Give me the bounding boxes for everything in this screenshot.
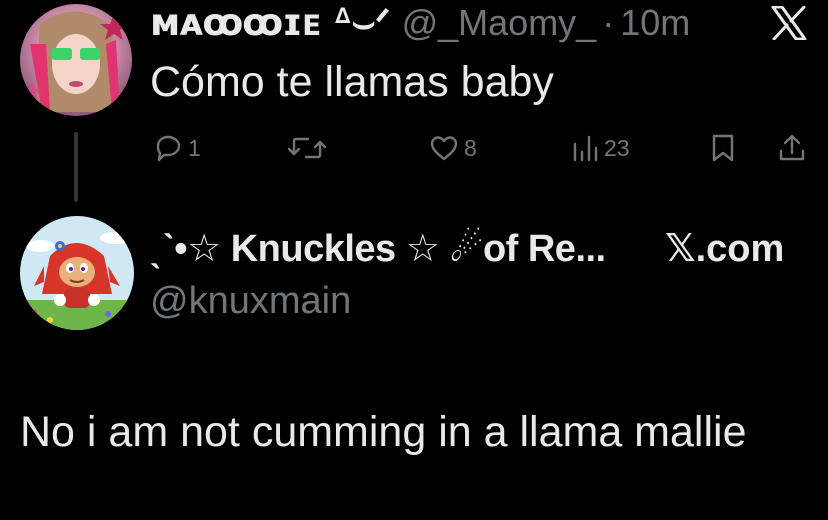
reply-handle[interactable]: @knuxmain (150, 280, 351, 323)
retweet-button[interactable] (288, 128, 330, 168)
avatar-knuxmain[interactable] (20, 216, 134, 330)
header-separator: · (602, 2, 615, 43)
bookmark-button[interactable] (708, 128, 738, 168)
like-count: 8 (464, 134, 477, 161)
views-count: 23 (604, 134, 630, 161)
tweet-text: Cómo te llamas baby (150, 58, 554, 106)
share-button[interactable] (776, 128, 808, 168)
share-icon (776, 132, 808, 164)
tweet-action-bar: 1 8 23 (0, 128, 828, 168)
tweet-handle[interactable]: @_Maomy_ (402, 2, 597, 44)
reply-display-name[interactable]: ˎˋ•☆ Knuckles ☆ ☄︎of Re... (150, 226, 606, 271)
views-button[interactable]: 23 (570, 128, 630, 168)
bookmark-icon (708, 132, 738, 164)
retweet-icon (288, 132, 326, 164)
reply-site-label[interactable]: 𝕏.com (665, 226, 784, 271)
avatar-maomy[interactable] (20, 4, 132, 116)
tweet-display-name[interactable]: ᴍᴀꝏꝏɪᴇ ᐞ⌣ᐟ (150, 1, 391, 45)
reply-text: No i am not cumming in a llama mallie (20, 408, 747, 456)
views-chart-icon (570, 132, 600, 164)
tweet-header: ᴍᴀꝏꝏɪᴇ ᐞ⌣ᐟ @_Maomy_ · 10m (150, 0, 690, 46)
reply-count: 1 (188, 134, 201, 161)
x-logo-icon[interactable] (771, 5, 807, 41)
tweet-timestamp[interactable]: 10m (620, 2, 690, 44)
heart-icon (428, 132, 460, 164)
like-button[interactable]: 8 (428, 128, 477, 168)
reply-button[interactable]: 1 (152, 128, 201, 168)
reply-icon (152, 132, 184, 164)
